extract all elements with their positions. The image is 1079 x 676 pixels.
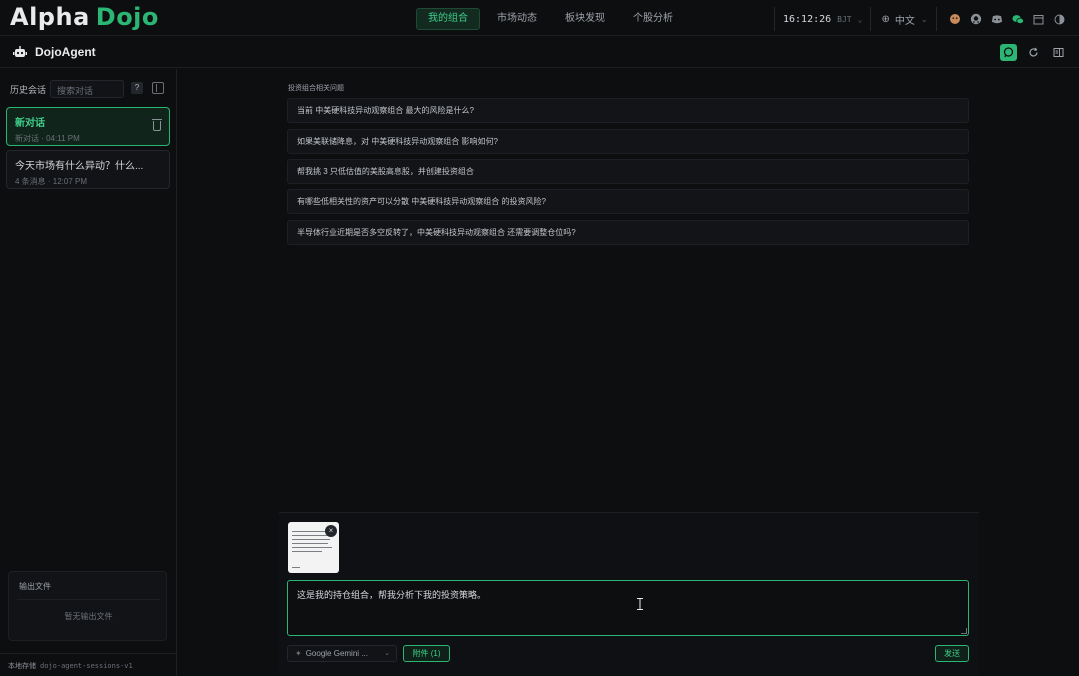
suggestion-item[interactable]: 帮我挑 3 只低估值的美股高息股，并创建投资组合 [287, 159, 969, 184]
toolbar-icons [937, 13, 1066, 25]
chevron-down-icon: ⌄ [920, 14, 928, 24]
logo-alpha: Alpha [10, 3, 90, 31]
suggestion-item[interactable]: 半导体行业近期是否多空反转了，中美硬科技异动观察组合 还需要调整仓位吗? [287, 220, 969, 245]
agent-header: DojoAgent [0, 36, 1079, 68]
history-sidebar: 历史会话 搜索对话 ? 新对话 新对话 · 04:11 PM 今天市场有什么异动… [0, 69, 177, 676]
agent-title: DojoAgent [35, 45, 96, 59]
theme-icon[interactable] [1054, 13, 1066, 25]
storage-footer: 本地存储 dojo-agent-sessions-v1 [0, 653, 177, 676]
chevron-down-icon: ⌄ [857, 14, 863, 24]
session-search-input[interactable]: 搜索对话 [50, 80, 124, 98]
app-logo[interactable]: Alpha Dojo [10, 2, 159, 32]
send-button[interactable]: 发送 [935, 645, 969, 662]
chat-icon[interactable] [1000, 44, 1017, 61]
output-files-panel: 输出文件 暂无输出文件 [8, 571, 167, 641]
top-bar: Alpha Dojo 我的组合 市场动态 板块发现 个股分析 16:12:26 B… [0, 0, 1079, 36]
help-button[interactable]: ? [131, 82, 143, 94]
history-label: 历史会话 [10, 85, 47, 95]
tab-sector-discovery[interactable]: 板块发现 [554, 8, 616, 30]
chevron-down-icon: ⌄ [384, 650, 390, 657]
remove-attachment-icon[interactable]: × [325, 525, 337, 537]
session-item[interactable]: 今天市场有什么异动？什么... 4 条消息 · 12:07 PM [6, 150, 170, 189]
top-right-controls: 16:12:26 BJT ⌄ ⊕ 中文 ⌄ [774, 6, 1066, 32]
output-files-empty: 暂无输出文件 [17, 599, 160, 633]
github-icon[interactable] [970, 13, 982, 25]
avatar-icon[interactable] [949, 13, 961, 25]
sidebar-header: 历史会话 搜索对话 ? [10, 80, 170, 98]
session-item[interactable]: 新对话 新对话 · 04:11 PM [6, 107, 170, 146]
clock-time: 16:12:26 [783, 13, 832, 25]
suggestion-item[interactable]: 如果美联储降息，对 中美硬科技异动观察组合 影响如何? [287, 129, 969, 154]
suggestion-item[interactable]: 当前 中美硬科技异动观察组合 最大的风险是什么? [287, 98, 969, 123]
text-cursor-icon [637, 598, 643, 610]
attach-button[interactable]: 附件 (1) [403, 645, 450, 662]
refresh-icon[interactable] [1025, 44, 1042, 61]
session-title: 新对话 [15, 118, 45, 129]
resize-handle[interactable] [961, 628, 967, 634]
main-nav: 我的组合 市场动态 板块发现 个股分析 [416, 8, 690, 30]
collapse-sidebar-icon[interactable] [152, 82, 164, 94]
model-label: Google Gemini ... [305, 649, 368, 658]
tab-stock-analysis[interactable]: 个股分析 [622, 8, 684, 30]
storage-key: dojo-agent-sessions-v1 [40, 662, 133, 670]
output-files-title: 输出文件 [19, 582, 51, 591]
model-selector[interactable]: ✦ Google Gemini ... ⌄ [287, 645, 397, 662]
panel-icon[interactable] [1050, 44, 1067, 61]
agent-header-buttons [1000, 44, 1067, 61]
session-meta: 4 条消息 · 12:07 PM [15, 177, 88, 186]
discord-icon[interactable] [991, 13, 1003, 25]
sparkle-icon: ✦ [295, 649, 302, 658]
globe-icon: ⊕ [881, 13, 890, 25]
clock[interactable]: 16:12:26 BJT ⌄ [774, 7, 872, 31]
session-meta: 新对话 · 04:11 PM [15, 134, 80, 143]
robot-icon [13, 46, 27, 57]
suggestion-item[interactable]: 有哪些低相关性的资产可以分散 中美硬科技异动观察组合 的投资风险? [287, 189, 969, 214]
trash-icon[interactable] [152, 119, 162, 131]
language-label: 中文 [894, 15, 915, 27]
logo-dojo: Dojo [95, 3, 159, 31]
tab-my-portfolio[interactable]: 我的组合 [416, 8, 480, 30]
storage-label: 本地存储 [8, 663, 36, 670]
calendar-icon[interactable] [1033, 13, 1045, 25]
suggestions-title: 投资组合相关问题 [288, 85, 344, 92]
session-title: 今天市场有什么异动？什么... [15, 161, 144, 172]
clock-timezone: BJT [837, 14, 852, 24]
tab-market-dynamics[interactable]: 市场动态 [486, 8, 548, 30]
message-input[interactable]: 这是我的持仓组合，帮我分析下我的投资策略。 [287, 580, 969, 636]
language-selector[interactable]: ⊕ 中文 ⌄ [871, 7, 937, 31]
wechat-icon[interactable] [1012, 13, 1024, 25]
